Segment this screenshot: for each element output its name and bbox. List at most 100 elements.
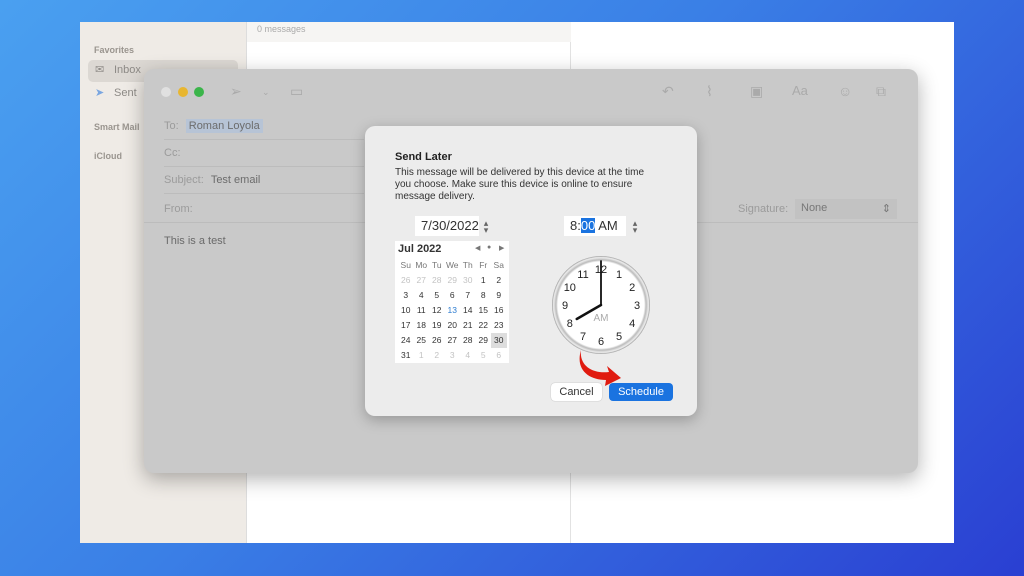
- calendar-day[interactable]: 21: [460, 318, 476, 333]
- calendar-day[interactable]: 6: [445, 288, 461, 303]
- send-later-dialog: Send Later This message will be delivere…: [365, 126, 697, 416]
- photos-icon[interactable]: ⧉: [876, 83, 886, 100]
- zoom-button[interactable]: [194, 87, 204, 97]
- weekday-label: Su: [400, 260, 411, 270]
- next-month-button[interactable]: ▶: [499, 244, 504, 252]
- attachment-icon[interactable]: ⌇: [706, 83, 713, 100]
- reply-icon[interactable]: ↶: [662, 83, 674, 100]
- calendar-day[interactable]: 1: [414, 348, 430, 363]
- calendar-day[interactable]: 4: [414, 288, 430, 303]
- to-label: To:: [164, 120, 179, 132]
- calendar-day[interactable]: 24: [398, 333, 414, 348]
- calendar-week: 26 27 28 29 30 1 2: [395, 273, 509, 288]
- calendar-day[interactable]: 17: [398, 318, 414, 333]
- send-icon[interactable]: ➢: [230, 83, 242, 100]
- message-body[interactable]: This is a test: [164, 235, 226, 247]
- calendar-week: 10 11 12 13 14 15 16: [395, 303, 509, 318]
- calendar-day[interactable]: 12: [429, 303, 445, 318]
- subject-label: Subject:: [164, 174, 204, 186]
- cc-label[interactable]: Cc:: [164, 147, 181, 159]
- calendar-day[interactable]: 11: [414, 303, 430, 318]
- header-fields-icon[interactable]: ▭: [290, 83, 303, 100]
- chevron-down-icon[interactable]: ⌄: [262, 87, 270, 98]
- inbox-icon: ✉: [95, 64, 105, 76]
- emoji-icon[interactable]: ☺: [838, 83, 852, 99]
- calendar-day[interactable]: 31: [398, 348, 414, 363]
- calendar-day[interactable]: 7: [460, 288, 476, 303]
- calendar-day[interactable]: 28: [429, 273, 445, 288]
- weekday-header: Su Mo Tu We Th Fr Sa: [395, 258, 509, 273]
- dialog-title: Send Later: [395, 151, 452, 163]
- calendar-day[interactable]: 1: [476, 273, 492, 288]
- calendar-day[interactable]: 27: [445, 333, 461, 348]
- date-field[interactable]: 7/30/2022: [415, 216, 479, 236]
- calendar-week: 31 1 2 3 4 5 6: [395, 348, 509, 363]
- format-button[interactable]: Aa: [792, 83, 808, 98]
- chevron-updown-icon: ⇕: [881, 203, 891, 215]
- clock-number: 1: [616, 269, 622, 281]
- schedule-button[interactable]: Schedule: [609, 383, 673, 401]
- calendar-day[interactable]: 29: [476, 333, 492, 348]
- time-minute[interactable]: 00: [580, 218, 596, 233]
- close-button[interactable]: [161, 87, 171, 97]
- calendar-day[interactable]: 8: [476, 288, 492, 303]
- calendar-day[interactable]: 16: [491, 303, 507, 318]
- signature-value: None: [801, 202, 828, 214]
- calendar-week: 24 25 26 27 28 29 30: [395, 333, 509, 348]
- smart-mailboxes-heading: Smart Mail: [94, 122, 140, 132]
- photo-browser-icon[interactable]: ▣: [750, 83, 763, 100]
- red-arrow-annotation: [579, 350, 621, 386]
- calendar-day[interactable]: 26: [398, 273, 414, 288]
- time-hour[interactable]: 8:: [570, 218, 581, 233]
- calendar-day[interactable]: 5: [429, 288, 445, 303]
- calendar-day[interactable]: 23: [491, 318, 507, 333]
- calendar-day[interactable]: 3: [445, 348, 461, 363]
- minimize-button[interactable]: [178, 87, 188, 97]
- calendar-day[interactable]: 20: [445, 318, 461, 333]
- clock-number: 9: [562, 300, 568, 312]
- icloud-heading: iCloud: [94, 151, 122, 161]
- calendar-day[interactable]: 28: [460, 333, 476, 348]
- from-label[interactable]: From:: [164, 203, 193, 215]
- time-stepper[interactable]: ▴ ▾: [630, 219, 640, 235]
- calendar-day[interactable]: 5: [476, 348, 492, 363]
- time-field[interactable]: 8:00 AM: [564, 216, 626, 236]
- clock-number: 10: [564, 282, 576, 294]
- subject-field[interactable]: Test email: [211, 174, 261, 186]
- calendar-day[interactable]: 29: [445, 273, 461, 288]
- cancel-button[interactable]: Cancel: [551, 383, 602, 401]
- date-stepper[interactable]: ▴ ▾: [481, 219, 491, 235]
- calendar-day[interactable]: 2: [429, 348, 445, 363]
- calendar-week: 3456789: [395, 288, 509, 303]
- calendar-day[interactable]: 19: [429, 318, 445, 333]
- calendar-day[interactable]: 30: [460, 273, 476, 288]
- calendar-day[interactable]: 13: [445, 303, 461, 318]
- calendar-day[interactable]: 26: [429, 333, 445, 348]
- calendar-day[interactable]: 10: [398, 303, 414, 318]
- calendar-day[interactable]: 22: [476, 318, 492, 333]
- clock-ampm: AM: [594, 313, 609, 324]
- calendar-day[interactable]: 25: [414, 333, 430, 348]
- weekday-label: Th: [462, 260, 473, 270]
- calendar-day[interactable]: 2: [491, 273, 507, 288]
- dialog-description: This message will be delivered by this d…: [395, 167, 645, 202]
- calendar-day[interactable]: 14: [460, 303, 476, 318]
- calendar-day[interactable]: 3: [398, 288, 414, 303]
- calendar-month: Jul 2022: [398, 243, 442, 255]
- calendar-day[interactable]: 18: [414, 318, 430, 333]
- calendar-day[interactable]: 4: [460, 348, 476, 363]
- calendar-day[interactable]: 30: [491, 333, 507, 348]
- previous-month-button[interactable]: ◀: [475, 244, 480, 252]
- sidebar-item-label: Sent: [114, 87, 137, 99]
- today-button[interactable]: ●: [487, 244, 491, 251]
- time-ampm[interactable]: AM: [598, 218, 618, 233]
- weekday-label: Sa: [493, 260, 504, 270]
- clock[interactable]: 121234567891011 AM: [551, 255, 651, 355]
- recipient-token[interactable]: Roman Loyola: [185, 119, 263, 133]
- calendar-day[interactable]: 6: [491, 348, 507, 363]
- clock-number: 4: [629, 318, 635, 330]
- signature-select[interactable]: None ⇕: [795, 199, 897, 219]
- calendar-day[interactable]: 27: [414, 273, 430, 288]
- calendar-day[interactable]: 15: [476, 303, 492, 318]
- calendar-day[interactable]: 9: [491, 288, 507, 303]
